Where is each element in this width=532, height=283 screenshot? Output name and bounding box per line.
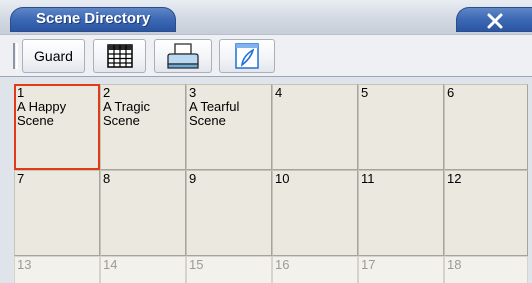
- scene-cell[interactable]: 1A Happy Scene: [14, 84, 100, 170]
- scene-number: 3: [189, 85, 197, 100]
- scene-number: 18: [447, 257, 462, 272]
- scene-number: 17: [361, 257, 376, 272]
- scene-name: A Happy Scene: [17, 99, 67, 128]
- scene-number: 13: [17, 257, 32, 272]
- print-button[interactable]: [154, 39, 212, 73]
- document-edit-icon: [235, 43, 259, 69]
- scene-cell[interactable]: 9: [186, 170, 272, 256]
- scene-cell[interactable]: 8: [100, 170, 186, 256]
- close-icon: [487, 13, 503, 29]
- scene-number: 7: [17, 171, 25, 186]
- scene-cell[interactable]: 15: [186, 256, 272, 283]
- scene-cell[interactable]: 17: [358, 256, 444, 283]
- scene-cell[interactable]: 2A Tragic Scene: [100, 84, 186, 170]
- scene-number: 5: [361, 85, 369, 100]
- scene-cell[interactable]: 6: [444, 84, 528, 170]
- scene-cell[interactable]: 16: [272, 256, 358, 283]
- close-button[interactable]: [456, 7, 532, 32]
- scene-grid: 1A Happy Scene 2 A Tragic Scene 3 A Tearful …: [14, 84, 528, 283]
- scene-number: 8: [103, 171, 111, 186]
- scene-number: 1: [17, 85, 25, 100]
- scene-number: 12: [447, 171, 462, 186]
- grid-view-button[interactable]: [93, 39, 146, 73]
- scene-number: 6: [447, 85, 455, 100]
- guard-button-label: Guard: [34, 48, 73, 64]
- scene-cell[interactable]: 10: [272, 170, 358, 256]
- edit-button[interactable]: [219, 39, 275, 73]
- window-title: Scene Directory: [36, 10, 151, 27]
- scene-directory-window: Scene Directory Guard 1 A Happy Scene 2 …: [0, 0, 532, 283]
- table-grid-icon: [106, 44, 133, 68]
- scene-cell[interactable]: 3A Tearful Scene: [186, 84, 272, 170]
- title-bar: Scene Directory: [0, 0, 532, 34]
- scene-name: A Tearful Scene: [189, 99, 240, 128]
- scene-number: 10: [275, 171, 290, 186]
- scene-cell[interactable]: 4: [272, 84, 358, 170]
- scene-cell[interactable]: 11: [358, 170, 444, 256]
- scene-cell[interactable]: 13: [14, 256, 100, 283]
- scene-number: 16: [275, 257, 290, 272]
- scene-name: A Tragic Scene: [103, 99, 150, 128]
- toolbar-grip[interactable]: [13, 43, 18, 69]
- scene-cell[interactable]: 18: [444, 256, 528, 283]
- scene-cell[interactable]: 5: [358, 84, 444, 170]
- scene-number: 15: [189, 257, 204, 272]
- scene-number: 2: [103, 85, 111, 100]
- printer-icon: [167, 43, 199, 69]
- toolbar: Guard: [0, 34, 532, 77]
- scene-number: 14: [103, 257, 118, 272]
- scene-cell[interactable]: 7: [14, 170, 100, 256]
- scene-number: 9: [189, 171, 197, 186]
- scene-cell[interactable]: 14: [100, 256, 186, 283]
- guard-button[interactable]: Guard: [22, 39, 85, 73]
- scene-number: 4: [275, 85, 283, 100]
- scene-cell[interactable]: 12: [444, 170, 528, 256]
- scene-number: 11: [361, 171, 375, 186]
